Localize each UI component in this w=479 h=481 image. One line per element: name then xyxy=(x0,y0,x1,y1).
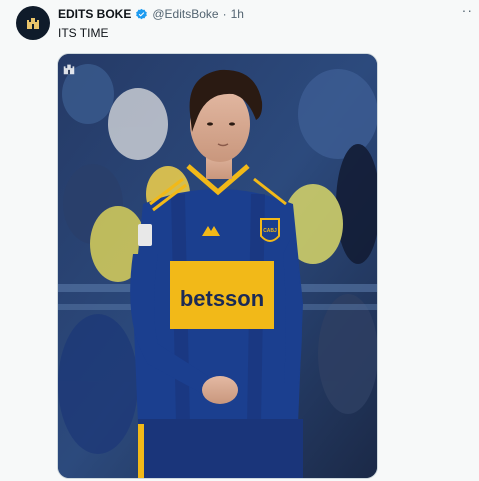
tweet-text: ITS TIME xyxy=(58,26,109,40)
tweet-header: EDITS BOKE @EditsBoke · 1h xyxy=(58,7,244,21)
tweet-media-image[interactable]: betsson CABJ xyxy=(57,53,378,479)
separator-dot: · xyxy=(222,7,227,21)
tweet-timestamp[interactable]: 1h xyxy=(231,7,244,21)
author-handle[interactable]: @EditsBoke xyxy=(152,7,218,21)
castle-logo-icon xyxy=(62,62,76,76)
more-options-icon[interactable]: ·· xyxy=(462,3,473,17)
jersey-sponsor-text: betsson xyxy=(180,286,264,311)
castle-logo-icon xyxy=(27,18,39,29)
author-avatar[interactable] xyxy=(16,6,50,40)
club-badge-text: CABJ xyxy=(263,228,277,234)
football-player-photo: betsson CABJ xyxy=(58,54,377,478)
tweet-card[interactable]: EDITS BOKE @EditsBoke · 1h ·· ITS TIME b… xyxy=(0,0,479,481)
verified-badge-icon xyxy=(136,8,148,19)
author-display-name[interactable]: EDITS BOKE xyxy=(58,7,131,21)
